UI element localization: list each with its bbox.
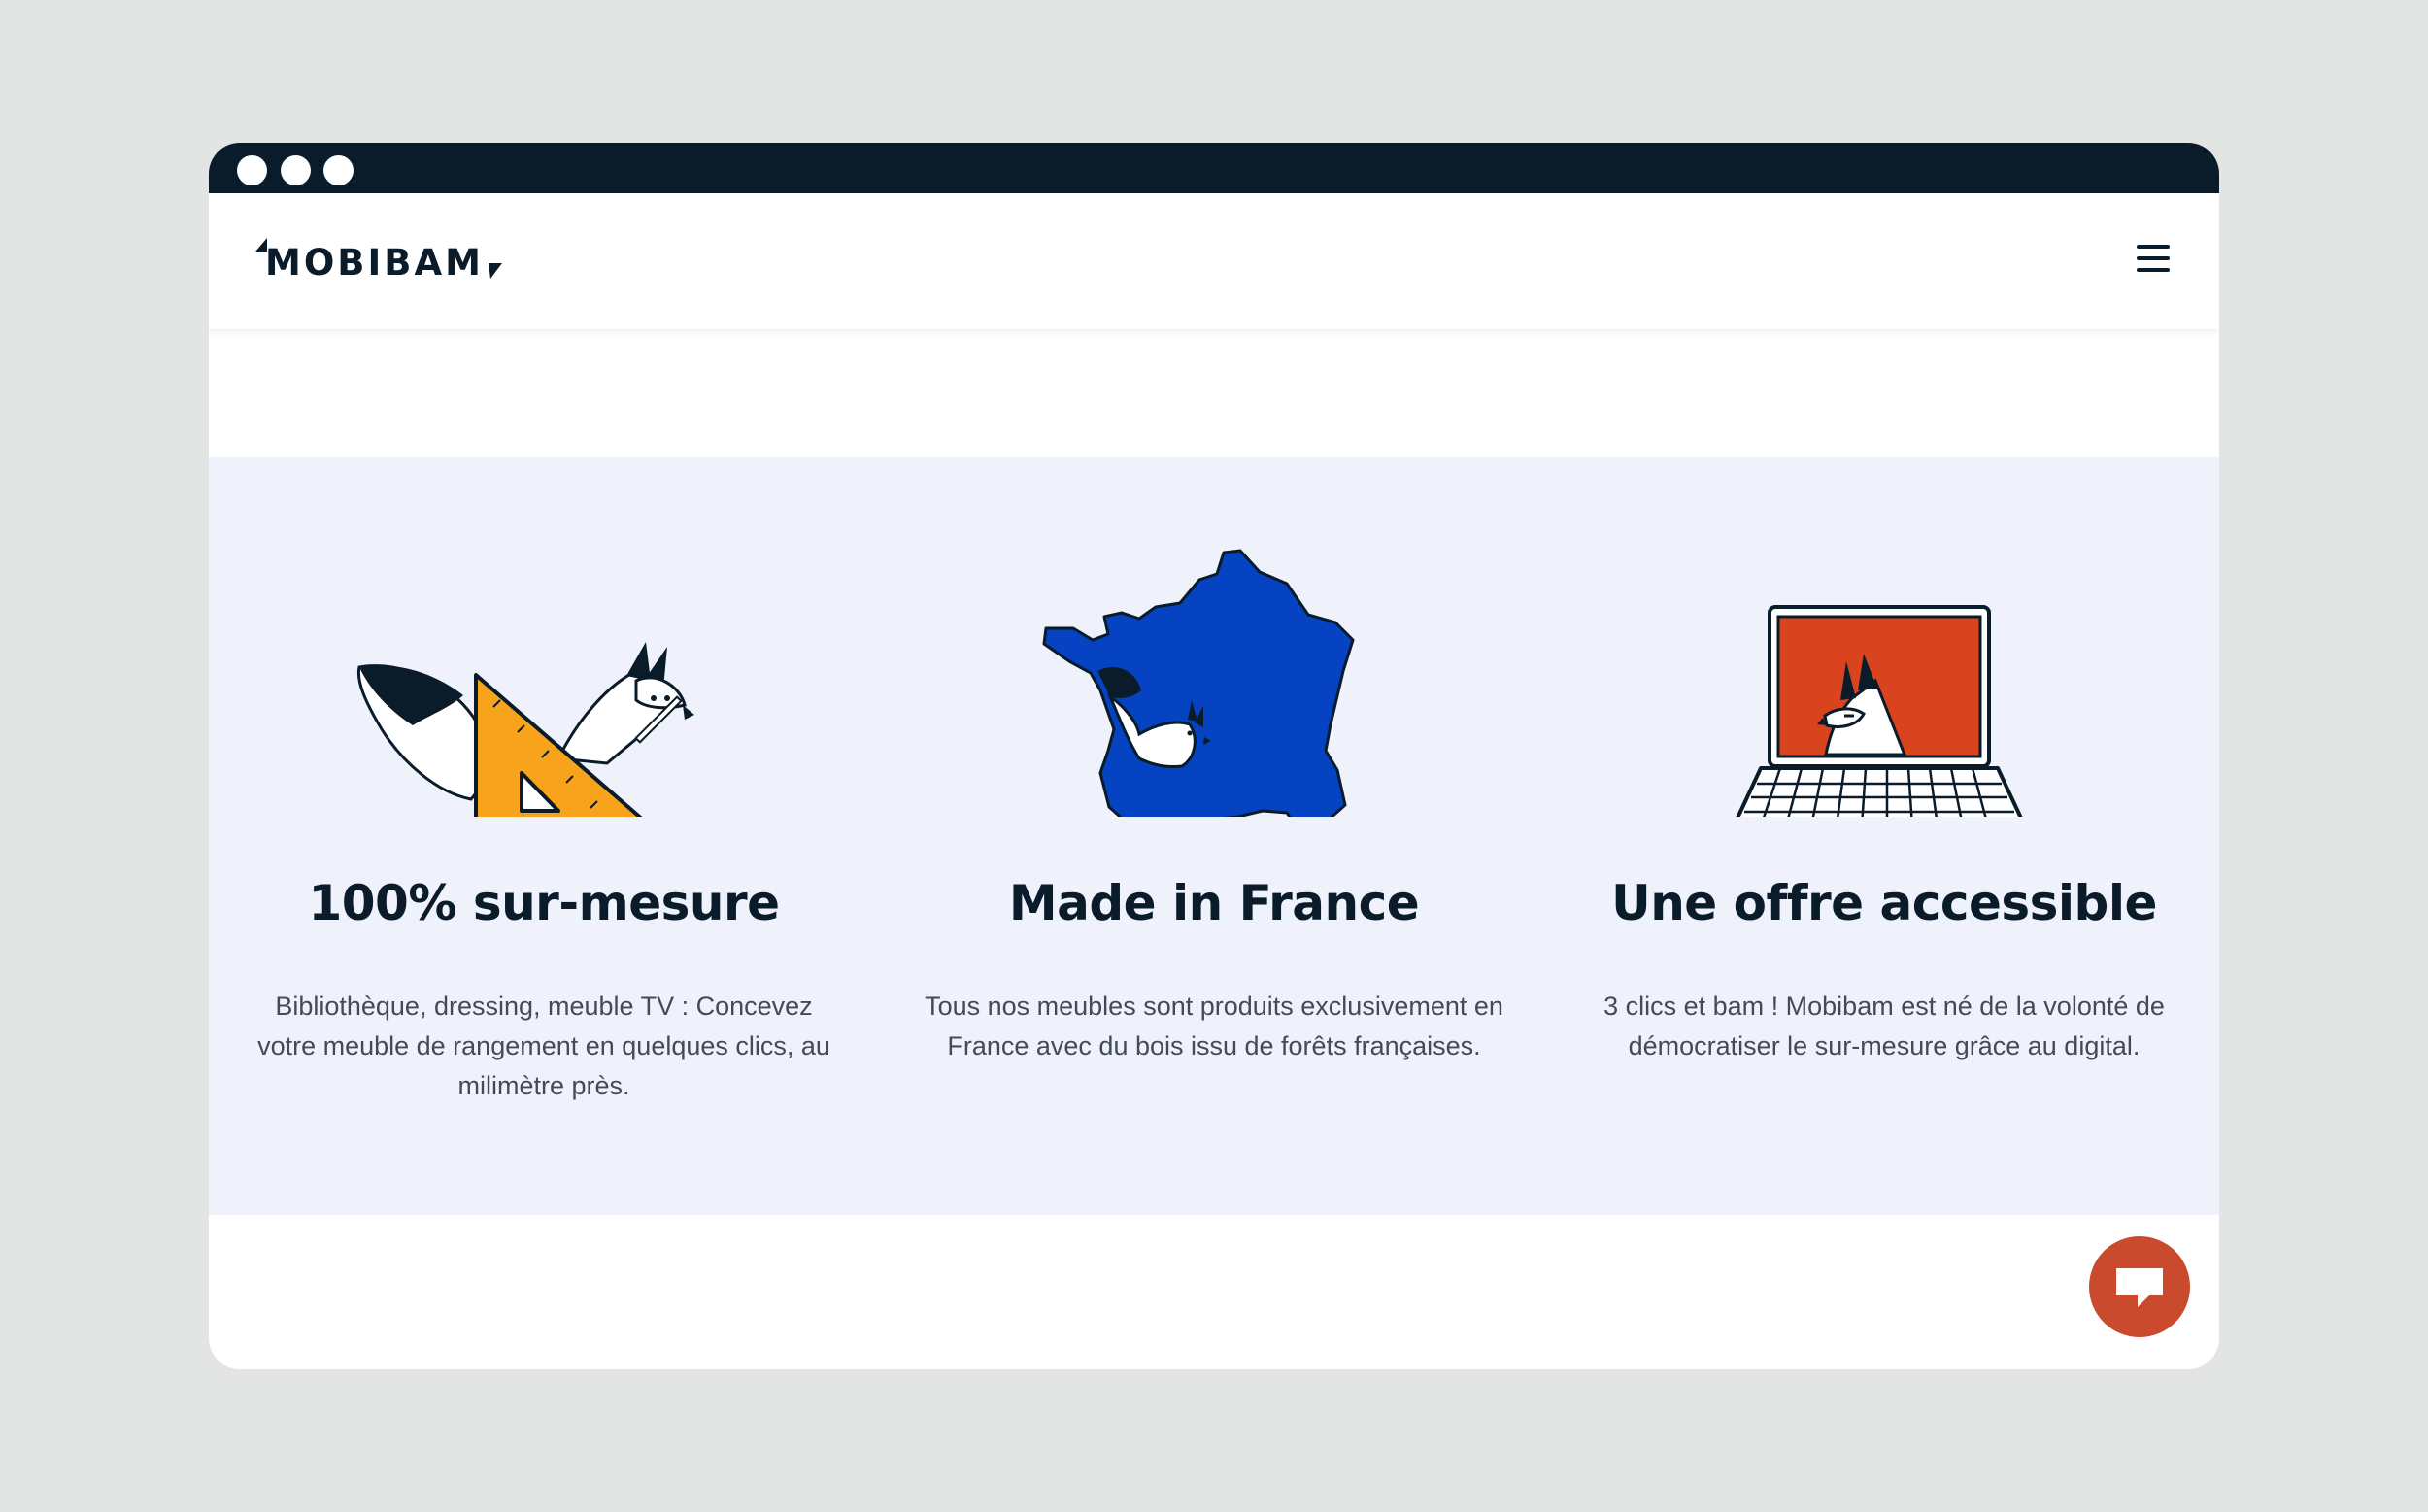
window-titlebar [209,143,2219,193]
feature-card: Une offre accessible 3 clics et bam ! Mo… [1549,457,2219,1215]
feature-title: Une offre accessible [1611,875,2157,931]
logo-corner-mark-icon [489,263,502,279]
feature-description: Bibliothèque, dressing, meuble TV : Conc… [257,991,830,1100]
logo-corner-mark-icon [255,238,267,252]
set-square-squirrel-icon [356,642,694,817]
feature-description: 3 clics et bam ! Mobibam est né de la vo… [1603,991,2165,1060]
menu-hamburger-icon[interactable] [2137,245,2170,272]
chat-bubble-icon [2116,1268,2163,1307]
window-control-dot[interactable] [323,155,354,185]
browser-window: MOBIBAM 100% sur-mesure Bibliothèque, dr… [209,143,2219,1369]
chat-button[interactable] [2089,1236,2190,1337]
navbar: MOBIBAM [209,193,2219,329]
features-section: 100% sur-mesure Bibliothèque, dressing, … [209,457,2219,1215]
brand-logo[interactable]: MOBIBAM [255,238,502,286]
france-map-squirrel-icon [1042,549,1355,817]
brand-name: MOBIBAM [265,241,484,284]
feature-description: Tous nos meubles sont produits exclusive… [925,991,1503,1060]
site-header: MOBIBAM [209,193,2219,473]
feature-title: Made in France [1008,875,1420,931]
feature-card: 100% sur-mesure Bibliothèque, dressing, … [209,457,879,1215]
window-control-dot[interactable] [237,155,267,185]
feature-title: 100% sur-mesure [308,875,780,931]
window-control-dot[interactable] [281,155,311,185]
laptop-squirrel-icon [1736,605,2023,817]
feature-card: Made in France Tous nos meubles sont pro… [879,457,1549,1215]
